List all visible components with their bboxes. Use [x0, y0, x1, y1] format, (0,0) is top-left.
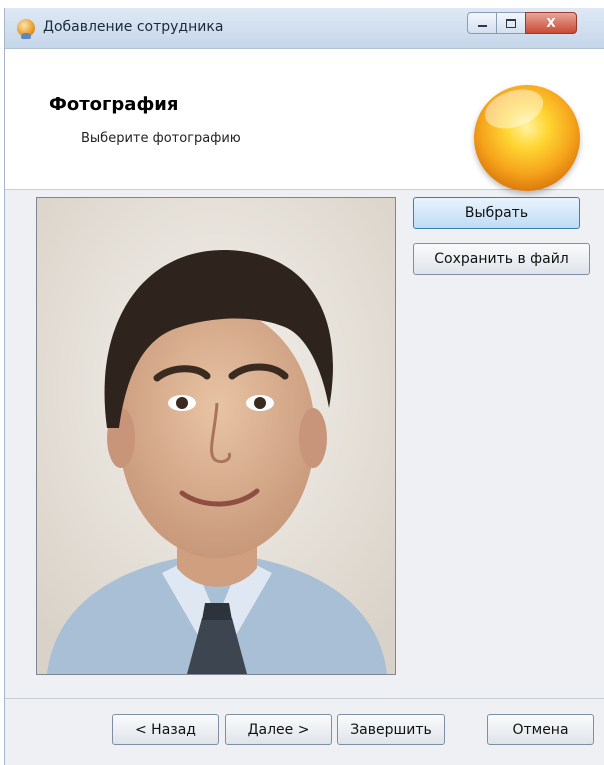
back-button[interactable]: < Назад [112, 714, 219, 745]
save-to-file-button[interactable]: Сохранить в файл [413, 243, 590, 275]
maximize-button[interactable] [496, 12, 526, 34]
orange-orb-icon [474, 82, 580, 191]
page-title: Фотография [49, 94, 179, 115]
choose-photo-button[interactable]: Выбрать [413, 197, 580, 229]
cancel-button[interactable]: Отмена [487, 714, 594, 745]
orb-highlight [479, 82, 549, 136]
finish-button[interactable]: Завершить [337, 714, 445, 745]
minimize-icon [477, 25, 487, 27]
minimize-button[interactable] [467, 12, 497, 34]
close-button[interactable]: X [525, 12, 577, 34]
next-button[interactable]: Далее > [225, 714, 332, 745]
close-icon: X [546, 16, 556, 30]
window-title: Добавление сотрудника [43, 19, 224, 35]
employee-photo [36, 197, 396, 675]
maximize-icon [506, 18, 516, 28]
employee-photo-image [37, 198, 395, 674]
footer-separator [5, 698, 604, 699]
page-subtitle: Выберите фотографию [81, 131, 241, 146]
wizard-header: Фотография Выберите фотографию [5, 49, 604, 191]
title-bar[interactable]: Добавление сотрудника X [5, 8, 604, 49]
wizard-window: Добавление сотрудника X Фотография Выбер… [4, 8, 604, 765]
employee-icon [17, 19, 35, 39]
